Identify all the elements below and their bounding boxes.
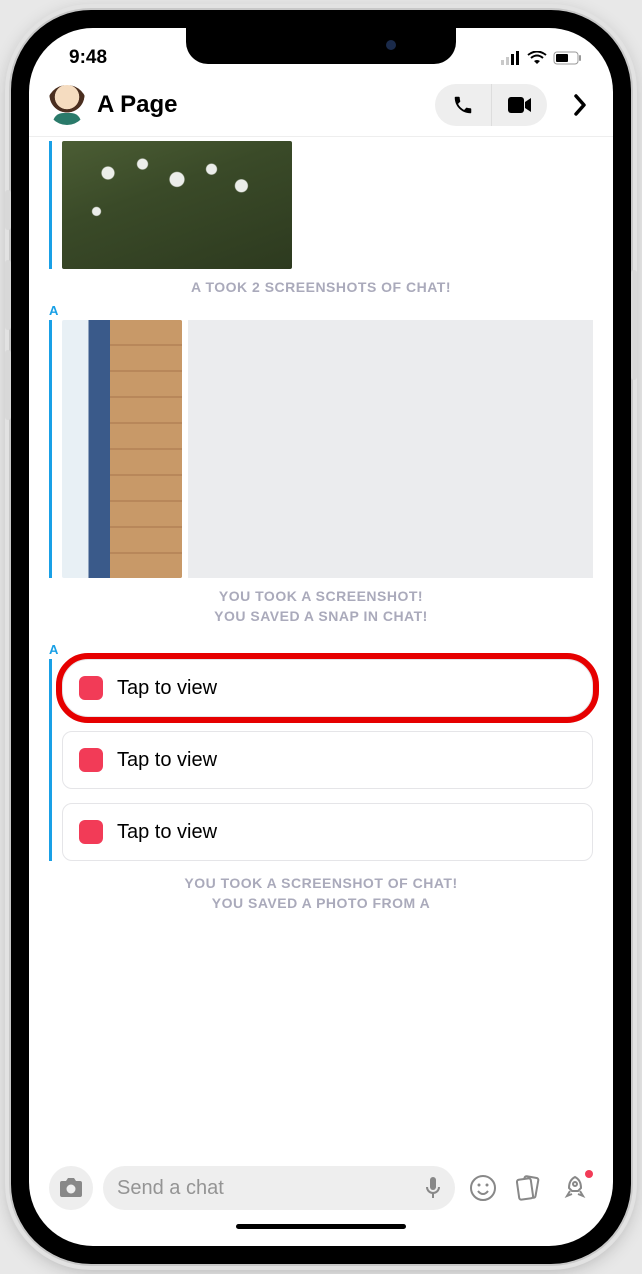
snap-label: Tap to view: [117, 677, 217, 700]
sender-label: A: [49, 303, 593, 318]
chevron-right-icon: [573, 94, 587, 116]
snap-indicator-icon: [79, 820, 103, 844]
rocket-button[interactable]: [557, 1170, 593, 1206]
avatar[interactable]: [47, 85, 87, 125]
camera-icon: [59, 1178, 83, 1198]
snap-label: Tap to view: [117, 749, 217, 772]
snap-indicator-icon: [79, 676, 103, 700]
snap-label: Tap to view: [117, 821, 217, 844]
chat-header: A Page: [29, 78, 613, 137]
chat-image[interactable]: [62, 141, 292, 269]
battery-icon: [553, 51, 583, 65]
home-indicator[interactable]: [29, 1218, 613, 1246]
emoji-button[interactable]: [465, 1170, 501, 1206]
chat-image[interactable]: [62, 320, 182, 578]
snap-tap-to-view[interactable]: Tap to view: [62, 659, 593, 717]
snap-indicator-icon: [79, 748, 103, 772]
cellular-icon: [501, 51, 521, 65]
mic-icon[interactable]: [425, 1177, 441, 1199]
system-message: YOU SAVED A PHOTO FROM A: [49, 895, 593, 911]
call-pill: [435, 84, 547, 126]
gallery-button[interactable]: [511, 1170, 547, 1206]
cards-icon: [514, 1174, 544, 1202]
sender-label: A: [49, 642, 593, 657]
snap-tap-to-view[interactable]: Tap to view: [62, 803, 593, 861]
camera-button[interactable]: [49, 1166, 93, 1210]
chat-footer: Send a chat: [29, 1158, 613, 1218]
chat-info-button[interactable]: [557, 94, 595, 116]
device-frame: 9:48 A Page: [11, 10, 631, 1264]
wifi-icon: [527, 51, 547, 65]
snap-tap-to-view[interactable]: Tap to view: [62, 731, 593, 789]
system-message: YOU TOOK A SCREENSHOT!: [49, 588, 593, 604]
notification-dot-icon: [585, 1170, 593, 1178]
chat-image-placeholder[interactable]: [188, 320, 593, 578]
rocket-icon: [561, 1174, 589, 1202]
video-icon: [508, 97, 532, 113]
system-message: YOU TOOK A SCREENSHOT OF CHAT!: [49, 875, 593, 891]
system-message: A TOOK 2 SCREENSHOTS OF CHAT!: [49, 279, 593, 295]
system-message: YOU SAVED A SNAP IN CHAT!: [49, 608, 593, 624]
chat-input[interactable]: Send a chat: [103, 1166, 455, 1210]
chat-input-placeholder: Send a chat: [117, 1177, 415, 1200]
audio-call-button[interactable]: [435, 84, 491, 126]
notch: [186, 28, 456, 64]
screen: 9:48 A Page: [29, 28, 613, 1246]
chat-name[interactable]: A Page: [97, 91, 425, 119]
smiley-icon: [469, 1174, 497, 1202]
chat-body[interactable]: A TOOK 2 SCREENSHOTS OF CHAT! A YOU TOOK…: [29, 137, 613, 1158]
status-time: 9:48: [69, 47, 107, 69]
video-call-button[interactable]: [491, 84, 547, 126]
phone-icon: [452, 94, 474, 116]
